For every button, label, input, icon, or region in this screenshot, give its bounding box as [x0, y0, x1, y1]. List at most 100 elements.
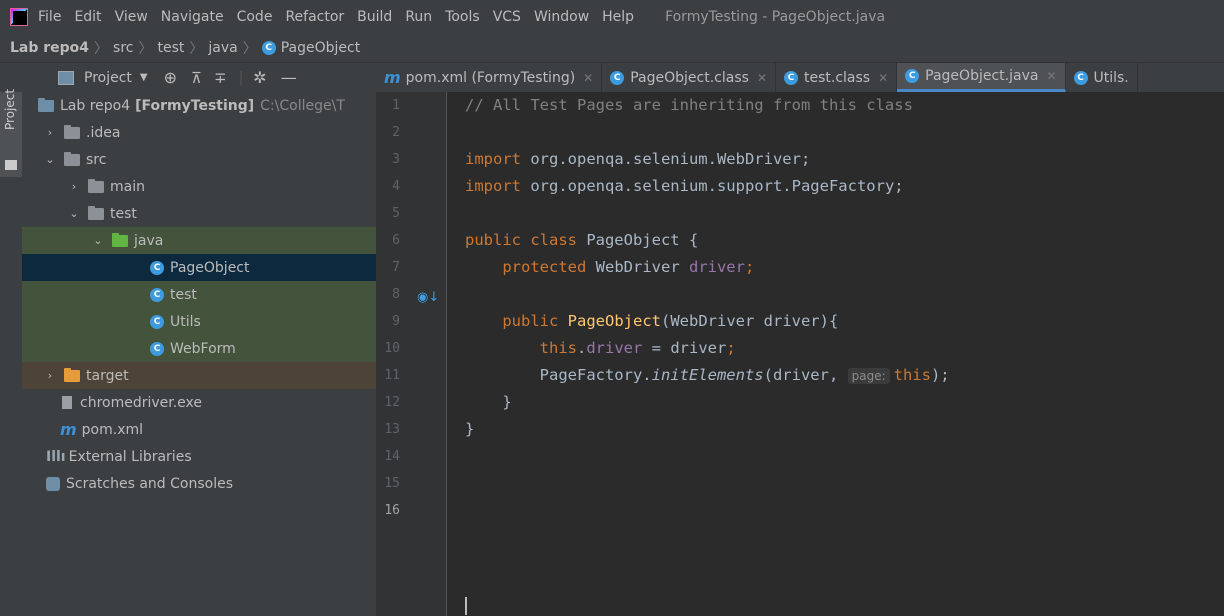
collapse-all-icon[interactable]: ∓	[214, 69, 227, 87]
close-icon[interactable]: ✕	[878, 71, 888, 85]
breadcrumb-test[interactable]: test	[158, 40, 185, 56]
menu-tools[interactable]: Tools	[445, 9, 480, 25]
library-icon: Illı	[46, 448, 66, 465]
tree-item-pageobject[interactable]: C PageObject	[22, 254, 376, 281]
line-number: 13	[384, 422, 400, 437]
code-text: PageFactory.	[539, 366, 652, 384]
tree-item-utils[interactable]: C Utils	[22, 308, 376, 335]
expand-all-icon[interactable]: ⊼	[191, 69, 202, 87]
line-number: 11	[384, 368, 400, 383]
menu-help[interactable]: Help	[602, 9, 634, 25]
menu-build[interactable]: Build	[357, 9, 392, 25]
line-number: 3	[392, 152, 400, 167]
menu-view[interactable]: View	[115, 9, 148, 25]
tree-item-lab-repo4[interactable]: Lab repo4 [FormyTesting] C:\College\T	[22, 92, 376, 119]
tree-item-label: main	[110, 178, 145, 195]
line-number: 1	[392, 98, 400, 113]
line-number: 10	[384, 341, 400, 356]
minimize-icon[interactable]: —	[281, 68, 297, 87]
tree-item-path: C:\College\T	[260, 97, 345, 114]
chevron-right-icon[interactable]: ›	[44, 369, 56, 382]
chevron-down-icon[interactable]: ▼	[140, 72, 148, 83]
breadcrumb-java[interactable]: java	[208, 40, 237, 56]
menu-code[interactable]: Code	[237, 9, 273, 25]
overridden-by-icon[interactable]: ◉↓	[417, 290, 439, 305]
menu-run[interactable]: Run	[405, 9, 432, 25]
breadcrumb-src[interactable]: src	[113, 40, 133, 56]
tree-item-chromedriver[interactable]: chromedriver.exe	[22, 389, 376, 416]
chevron-right-icon: 〉	[189, 41, 204, 57]
gear-icon[interactable]: ✲	[253, 68, 266, 87]
code-text: (driver,	[763, 366, 848, 384]
folder-icon	[64, 124, 80, 139]
class-icon: C	[150, 341, 164, 356]
code-editor[interactable]: // All Test Pages are inheriting from th…	[447, 92, 1224, 616]
locate-icon[interactable]: ⊕	[164, 68, 177, 87]
tree-item-java[interactable]: ⌄ java	[22, 227, 376, 254]
line-number: 5	[392, 206, 400, 221]
chevron-right-icon[interactable]: ›	[68, 180, 80, 193]
code-text: .	[576, 339, 587, 357]
code-comment: // All Test Pages are inheriting from th…	[465, 96, 913, 114]
tree-item-label: Lab repo4	[60, 97, 131, 114]
menu-navigate[interactable]: Navigate	[161, 9, 224, 25]
chevron-right-icon: 〉	[242, 41, 257, 57]
chevron-down-icon[interactable]: ⌄	[92, 234, 104, 247]
tree-item-target[interactable]: › target	[22, 362, 376, 389]
code-text: }	[502, 393, 512, 411]
tree-item-label: target	[86, 367, 129, 384]
tree-item-idea[interactable]: › .idea	[22, 119, 376, 146]
close-icon[interactable]: ✕	[1046, 69, 1056, 83]
tab-test-class[interactable]: C test.class ✕	[776, 63, 898, 92]
tree-item-label: Scratches and Consoles	[66, 475, 233, 492]
project-view-icon	[58, 70, 74, 85]
code-field: driver	[688, 258, 745, 276]
menu-file[interactable]: File	[38, 9, 61, 25]
class-icon: C	[150, 260, 164, 275]
tree-item-pom[interactable]: m pom.xml	[22, 416, 376, 443]
chevron-right-icon[interactable]: ›	[44, 126, 56, 139]
line-number: 6	[392, 233, 400, 248]
tree-item-external-libraries[interactable]: Illı External Libraries	[22, 443, 376, 470]
tab-pageobject-class[interactable]: C PageObject.class ✕	[602, 63, 776, 92]
close-icon[interactable]: ✕	[757, 71, 767, 85]
menu-edit[interactable]: Edit	[74, 9, 101, 25]
line-number-gutter[interactable]: 1 2 3 4 5 6 7 8 9 10 11 12 13 14 15 16	[376, 92, 447, 616]
test-source-folder-icon	[112, 232, 128, 247]
folder-icon	[88, 178, 104, 193]
tree-item-test-class[interactable]: C test	[22, 281, 376, 308]
tree-item-label: Utils	[170, 313, 201, 330]
chevron-down-icon[interactable]: ⌄	[44, 153, 56, 166]
code-keyword: import	[465, 177, 521, 195]
excluded-folder-icon	[64, 367, 80, 382]
code-line-4: import org.openqa.selenium.support.PageF…	[465, 173, 904, 200]
code-semicolon: ;	[744, 258, 755, 276]
code-line-11: PageFactory.initElements(driver, page: th…	[465, 362, 950, 389]
project-view-selector[interactable]: Project	[84, 70, 132, 86]
tab-pageobject-java[interactable]: C PageObject.java ✕	[897, 63, 1066, 92]
menu-refactor[interactable]: Refactor	[285, 9, 344, 25]
breadcrumb-pageobject[interactable]: PageObject	[281, 40, 361, 56]
menu-bar: File Edit View Navigate Code Refactor Bu…	[0, 0, 1224, 34]
breadcrumb-project[interactable]: Lab repo4	[10, 40, 89, 56]
line-number: 16	[384, 503, 400, 518]
class-icon: C	[610, 70, 625, 85]
menu-window[interactable]: Window	[534, 9, 589, 25]
tree-item-scratches[interactable]: Scratches and Consoles	[22, 470, 376, 497]
tab-pom-xml[interactable]: m pom.xml (FormyTesting) ✕	[376, 63, 603, 92]
tab-label: pom.xml (FormyTesting)	[405, 69, 576, 86]
menu-vcs[interactable]: VCS	[493, 9, 521, 25]
chevron-down-icon[interactable]: ⌄	[68, 207, 80, 220]
line-number: 7	[392, 260, 400, 275]
line-number: 8	[392, 287, 400, 302]
code-line-3: import org.openqa.selenium.WebDriver;	[465, 146, 810, 173]
tree-item-main[interactable]: › main	[22, 173, 376, 200]
tree-item-src[interactable]: ⌄ src	[22, 146, 376, 173]
tab-utils[interactable]: C Utils.	[1066, 63, 1138, 92]
code-keyword: this	[539, 339, 577, 357]
tree-item-webform[interactable]: C WebForm	[22, 335, 376, 362]
tree-item-test-folder[interactable]: ⌄ test	[22, 200, 376, 227]
project-tool-tab-label: Project	[3, 88, 17, 130]
close-icon[interactable]: ✕	[583, 71, 593, 85]
code-text: org.openqa.selenium.WebDriver;	[521, 150, 811, 168]
